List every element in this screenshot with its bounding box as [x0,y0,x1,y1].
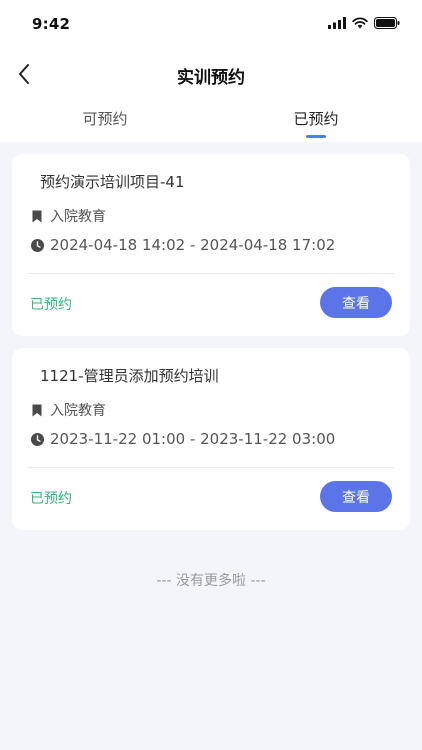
tab-active-indicator [306,135,326,138]
reservation-title: 1121-管理员添加预约培训 [40,367,219,385]
reservation-time: 2023-11-22 01:00 - 2023-11-22 03:00 [50,430,336,448]
divider [28,467,394,468]
divider [28,273,394,274]
reservation-category: 入院教育 [50,403,106,419]
category-row: 入院教育 [30,206,106,226]
view-button[interactable]: 查看 [320,287,392,318]
reservation-title: 预约演示培训项目-41 [40,173,185,191]
tab-booked[interactable]: 已预约 [246,108,386,129]
time-row: 2023-11-22 01:00 - 2023-11-22 03:00 [30,430,335,448]
status-time: 9:42 [32,15,71,33]
reservation-category: 入院教育 [50,209,106,225]
status-icons [328,17,400,29]
category-row: 入院教育 [30,400,106,420]
status-label: 已预约 [30,297,72,313]
reservation-card[interactable]: 预约演示培训项目-41 入院教育 2024-04-18 14:02 - 2024… [12,154,410,336]
tab-available[interactable]: 可预约 [35,108,175,129]
status-bar: 9:42 [0,0,422,50]
battery-icon [374,17,400,29]
bookmark-icon [30,403,44,417]
signal-icon [328,17,346,29]
time-row: 2024-04-18 14:02 - 2024-04-18 17:02 [30,236,335,254]
wifi-icon [352,17,368,29]
reservation-card[interactable]: 1121-管理员添加预约培训 入院教育 2023-11-22 01:00 - 2… [12,348,410,530]
tab-bar: 可预约 已预约 [0,100,422,142]
status-label: 已预约 [30,491,72,507]
clock-icon [30,432,44,446]
nav-bar: 实训预约 [0,50,422,98]
page-title: 实训预约 [177,68,245,88]
view-button[interactable]: 查看 [320,481,392,512]
clock-icon [30,238,44,252]
bookmark-icon [30,209,44,223]
no-more-text: --- 没有更多啦 --- [156,573,266,589]
reservation-time: 2024-04-18 14:02 - 2024-04-18 17:02 [50,236,336,254]
